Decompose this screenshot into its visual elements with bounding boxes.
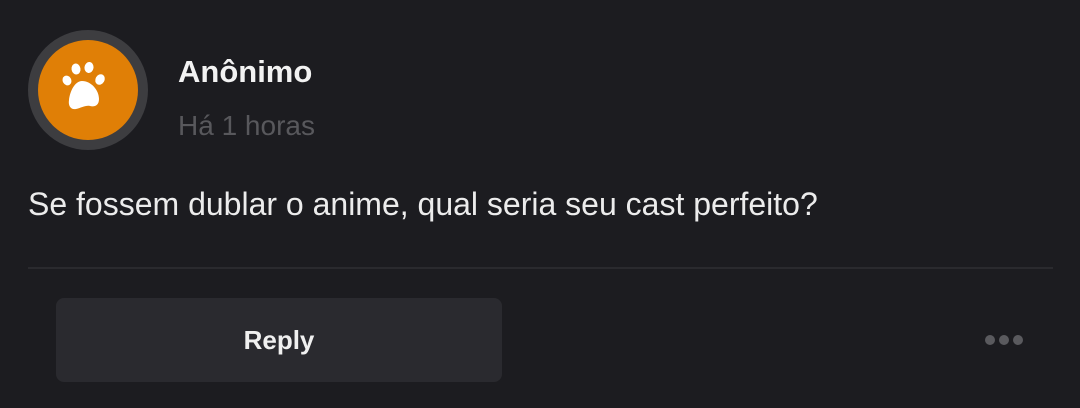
reply-button[interactable]: Reply <box>56 298 502 382</box>
comment-card: Anônimo Há 1 horas Se fossem dublar o an… <box>0 0 1080 408</box>
author-name[interactable]: Anônimo <box>178 54 312 90</box>
post-message: Se fossem dublar o anime, qual seria seu… <box>28 186 818 222</box>
avatar-circle <box>38 40 138 140</box>
post-timestamp: Há 1 horas <box>178 110 315 141</box>
reply-button-label: Reply <box>243 324 315 355</box>
more-horizontal-icon-dot <box>1013 335 1023 345</box>
more-horizontal-icon-dot <box>985 335 995 345</box>
more-horizontal-icon-dot <box>999 335 1009 345</box>
divider <box>28 267 1053 269</box>
avatar[interactable] <box>28 30 148 150</box>
more-options-button[interactable] <box>976 326 1032 354</box>
paw-icon <box>62 62 105 110</box>
